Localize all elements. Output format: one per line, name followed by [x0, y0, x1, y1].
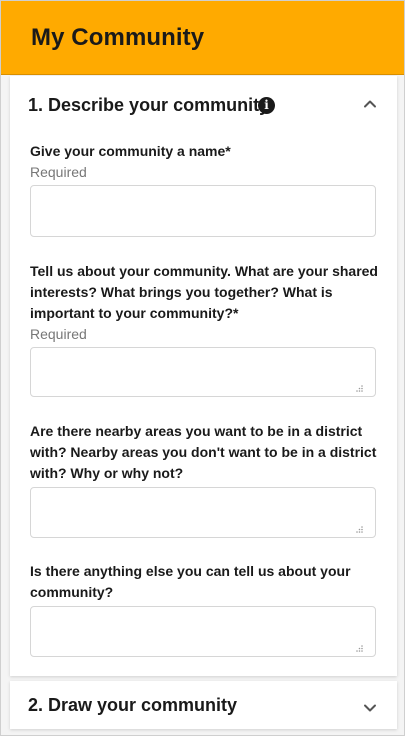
- section-describe-community: 1. Describe your community i Give your c…: [10, 76, 397, 676]
- nearby-areas-textarea[interactable]: [30, 487, 376, 538]
- info-icon[interactable]: i: [258, 97, 275, 114]
- page-title: My Community: [31, 23, 205, 51]
- app-frame: My Community 1. Describe your community …: [0, 0, 405, 736]
- section-draw-title: 2. Draw your community: [28, 695, 238, 715]
- resize-grip-icon[interactable]: [356, 379, 363, 392]
- community-name-label: Give your community a name*: [30, 143, 231, 159]
- section-draw-community[interactable]: 2. Draw your community: [10, 681, 397, 729]
- community-about-label: Tell us about your community. What are y…: [30, 263, 378, 321]
- community-name-input[interactable]: [30, 185, 376, 237]
- community-about-hint: Required: [30, 326, 87, 342]
- chevron-up-icon[interactable]: [363, 97, 377, 111]
- anything-else-label: Is there anything else you can tell us a…: [30, 563, 351, 600]
- resize-grip-icon[interactable]: [356, 639, 363, 652]
- nearby-areas-label: Are there nearby areas you want to be in…: [30, 423, 377, 481]
- anything-else-textarea[interactable]: [30, 606, 376, 657]
- community-about-textarea[interactable]: [30, 347, 376, 397]
- community-name-hint: Required: [30, 164, 87, 180]
- resize-grip-icon[interactable]: [356, 520, 363, 533]
- chevron-down-icon[interactable]: [363, 701, 377, 715]
- app-header: My Community: [1, 1, 404, 75]
- section-describe-title: 1. Describe your community: [28, 95, 270, 115]
- section-describe-header[interactable]: 1. Describe your community i: [10, 76, 397, 134]
